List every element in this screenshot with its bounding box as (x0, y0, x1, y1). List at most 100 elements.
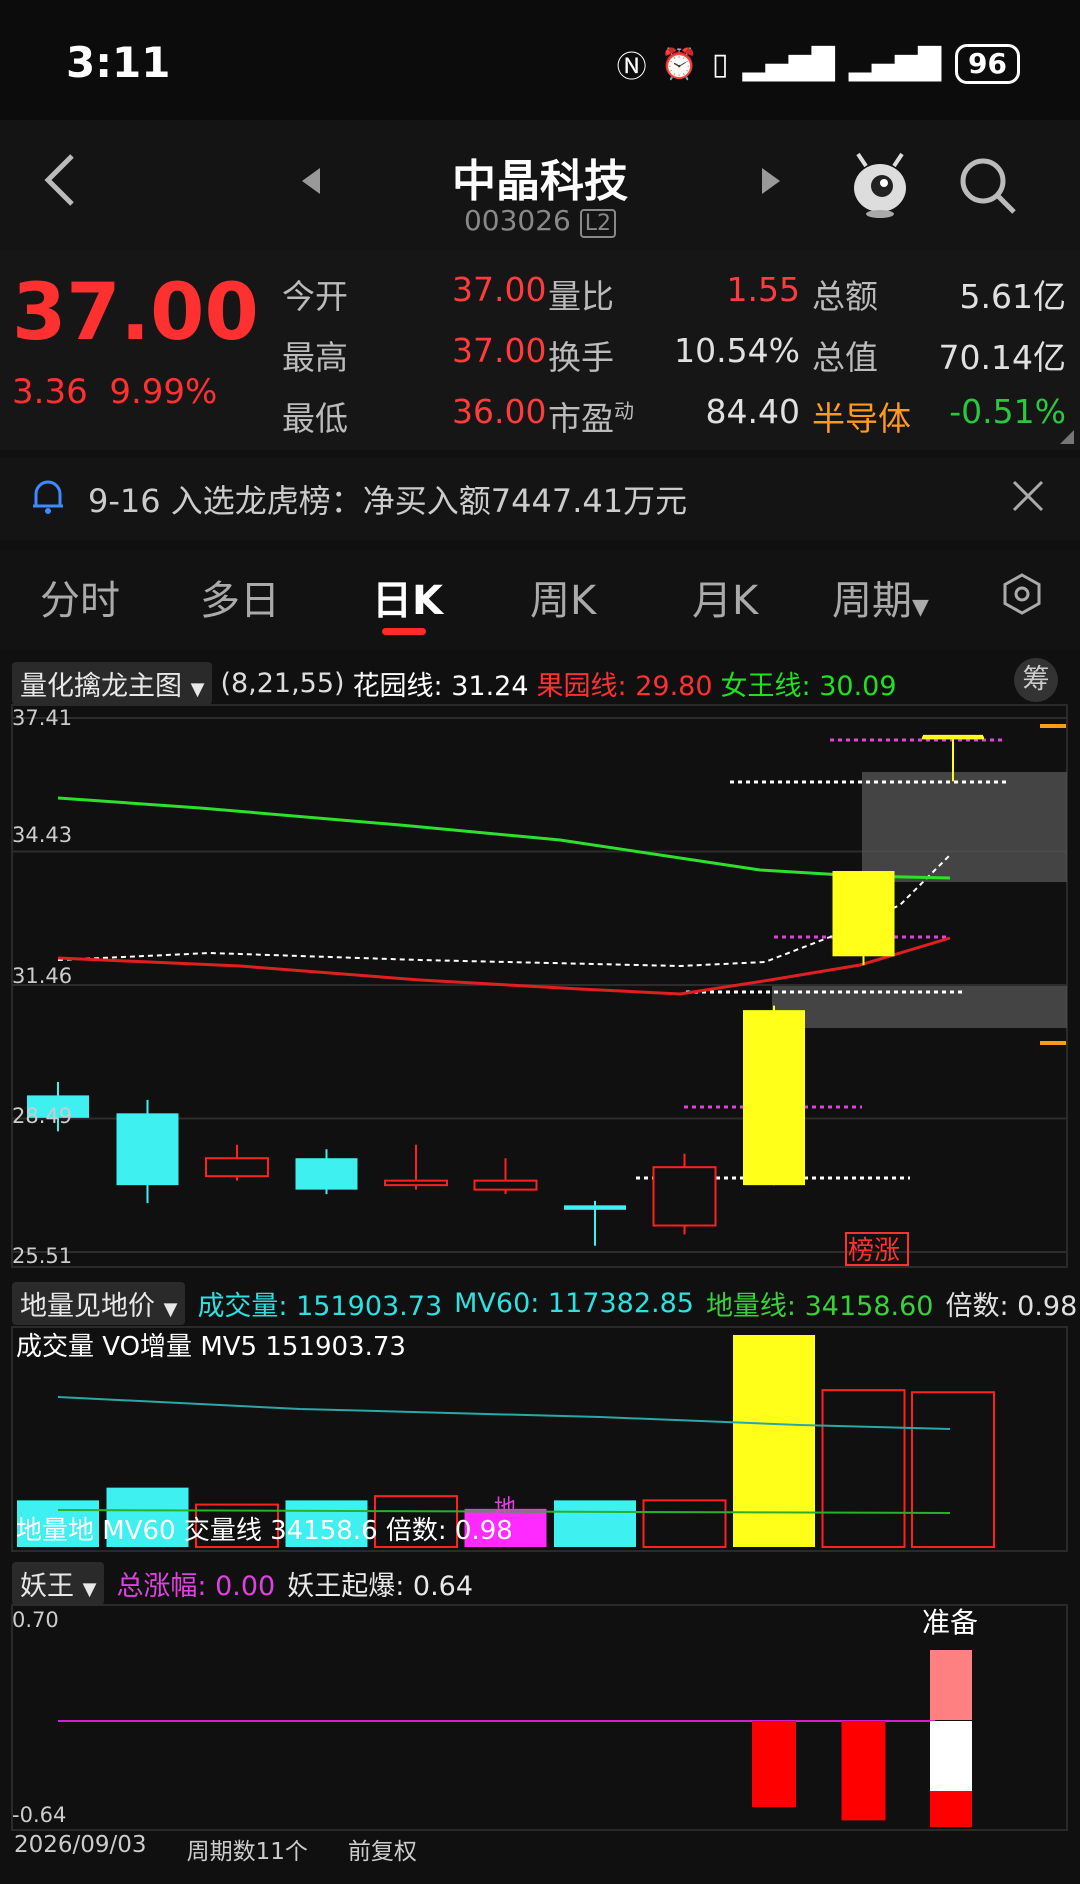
tab-intraday[interactable]: 分时 (40, 568, 120, 626)
settings-icon[interactable] (1000, 572, 1044, 616)
candle-body (473, 1179, 538, 1191)
volume-bar (821, 1389, 906, 1549)
volume-indicator-select[interactable]: 地量见地价 ▼ (12, 1282, 186, 1325)
open-value: 37.00 (452, 270, 547, 309)
mv60-value: MV60: 117382.85 (454, 1288, 694, 1319)
sector-link[interactable]: 半导体 (812, 392, 911, 440)
low-value: 36.00 (452, 392, 547, 431)
bar-mark: 地 (494, 1496, 516, 1521)
notice-text: 9-16 入选龙虎榜：净买入额7447.41万元 (88, 482, 688, 520)
y-tick: 0.70 (12, 1608, 59, 1632)
footer-adjust[interactable]: 前复权 (348, 1832, 417, 1866)
robot-assistant-icon[interactable] (848, 150, 912, 220)
sector-change: -0.51% (949, 392, 1066, 431)
volume-ratio-value: 1.55 (726, 270, 800, 309)
y-tick: 25.51 (12, 1244, 72, 1268)
dropdown-icon: ▼ (912, 595, 929, 620)
active-tab-indicator (382, 628, 426, 635)
yaowang-bar (841, 1721, 886, 1821)
tab-monthly-k[interactable]: 月K (692, 568, 758, 626)
status-bar: 3:11 Ⓝ ⏰ ▯ ▂▄▆█ ▂▄▆█ 96 (0, 0, 1080, 120)
volume-overlay-bottom: 地量地 MV60 交量线 34158.6 倍数: 0.98 (16, 1516, 513, 1546)
candle-body (743, 1010, 805, 1186)
signal-label: 准备 (922, 1606, 978, 1639)
open-label: 今开 (282, 277, 348, 316)
battery-icon: 96 (955, 44, 1020, 84)
candle-body (652, 1166, 717, 1227)
garden-line-value: 花园线: 31.24 (352, 671, 529, 702)
indicator-params: (8,21,55) (220, 668, 345, 699)
status-icons: Ⓝ ⏰ ▯ ▂▄▆█ ▂▄▆█ 96 (617, 42, 1020, 86)
search-icon[interactable] (958, 156, 1018, 216)
signal-icon: ▂▄▆█ (742, 46, 835, 82)
high-label: 最高 (282, 338, 348, 377)
high-value: 37.00 (452, 331, 547, 370)
dropdown-icon: ▼ (82, 1579, 97, 1600)
expand-corner-icon[interactable] (1060, 430, 1074, 444)
candlestick-chart[interactable]: 37.41 34.43 31.46 28.49 25.51 榜涨 (0, 700, 1080, 1270)
candle-body (116, 1113, 179, 1186)
dropdown-icon: ▼ (190, 679, 205, 700)
close-icon[interactable] (1010, 478, 1046, 514)
market-cap-value: 70.14亿 (938, 338, 1066, 377)
signal-bar-bottom (930, 1791, 972, 1827)
nfc-icon: Ⓝ (616, 50, 647, 85)
y-tick: 31.46 (12, 964, 72, 988)
turnover-value: 10.54% (674, 331, 800, 370)
tab-multi-day[interactable]: 多日 (200, 568, 280, 626)
tab-daily-k[interactable]: 日K (372, 568, 443, 626)
total-gain-value: 总涨幅: 0.00 (116, 1571, 276, 1602)
main-indicator-select[interactable]: 量化擒龙主图 ▼ (12, 662, 213, 705)
footer-date: 2026/09/03 (14, 1832, 147, 1858)
volume-bar (642, 1499, 727, 1548)
market-cap-label: 总值 (812, 338, 878, 377)
dotted-trend-line (57, 854, 951, 968)
alarm-icon: ⏰ (660, 46, 698, 82)
pe-value: 84.40 (705, 392, 800, 431)
candle-body (205, 1157, 269, 1178)
dropdown-icon: ▼ (163, 1299, 178, 1320)
volume-chart[interactable]: 成交量 VO增量 MV5 151903.73 地量地 MV60 交量线 3415… (0, 1325, 1080, 1553)
queen-line-value: 女王线: 30.09 (720, 671, 897, 702)
orchard-line-value: 果园线: 29.80 (536, 671, 713, 702)
pe-label: 市盈动 (548, 399, 634, 438)
footer-periods: 周期数11个 (186, 1839, 308, 1865)
tab-weekly-k[interactable]: 周K (530, 568, 596, 626)
amount-label: 总额 (812, 277, 878, 316)
candle-body (564, 1205, 626, 1210)
volume-ratio-label: 量比 (548, 277, 614, 316)
signal-icon-2: ▂▄▆█ (848, 46, 942, 82)
last-price: 37.00 (12, 268, 259, 358)
chart-tag: 榜涨 (848, 1236, 900, 1266)
volume-bar (554, 1500, 636, 1547)
tab-period[interactable]: 周期▼ (832, 568, 929, 626)
candle-body (295, 1158, 358, 1190)
price-change: 3.36 9.99% (12, 372, 218, 412)
vibrate-icon: ▯ (711, 46, 729, 82)
y-tick: 37.41 (12, 706, 72, 730)
yaowang-indicator-select[interactable]: 妖王 ▼ (12, 1562, 105, 1605)
stock-name: 中晶科技 (452, 156, 628, 207)
y-tick: 28.49 (12, 1104, 72, 1128)
turnover-label: 换手 (548, 338, 614, 377)
yaowang-chart[interactable]: 0.70 -0.64 准备 (0, 1600, 1080, 1835)
yaowang-legend: 妖王 ▼ 总涨幅: 0.00 妖王起爆: 0.64 (12, 1562, 473, 1605)
amount-value: 5.61亿 (959, 277, 1066, 316)
y-tick: 34.43 (12, 823, 72, 847)
volume-bar (733, 1335, 815, 1547)
candle-body (832, 871, 895, 957)
stock-code: 003026 L2 (0, 204, 1080, 238)
multiplier-value: 倍数: 0.98 (945, 1291, 1078, 1322)
volume-bar (911, 1391, 995, 1548)
yaowang-bar (752, 1721, 796, 1808)
bell-icon (33, 480, 63, 514)
low-label: 最低 (282, 399, 348, 438)
y-tick: -0.64 (12, 1803, 66, 1827)
resistance-zone-upper (862, 772, 1067, 882)
mv60-line (57, 1396, 951, 1430)
green-ma-line (57, 796, 951, 880)
low-volume-line-value: 地量线: 34158.60 (705, 1291, 934, 1322)
chart-footer: 2026/09/03 周期数11个 前复权 (14, 1832, 417, 1866)
yaowang-burst-value: 妖王起爆: 0.64 (287, 1571, 474, 1602)
chip-distribution-button[interactable]: 筹 (1014, 658, 1058, 702)
